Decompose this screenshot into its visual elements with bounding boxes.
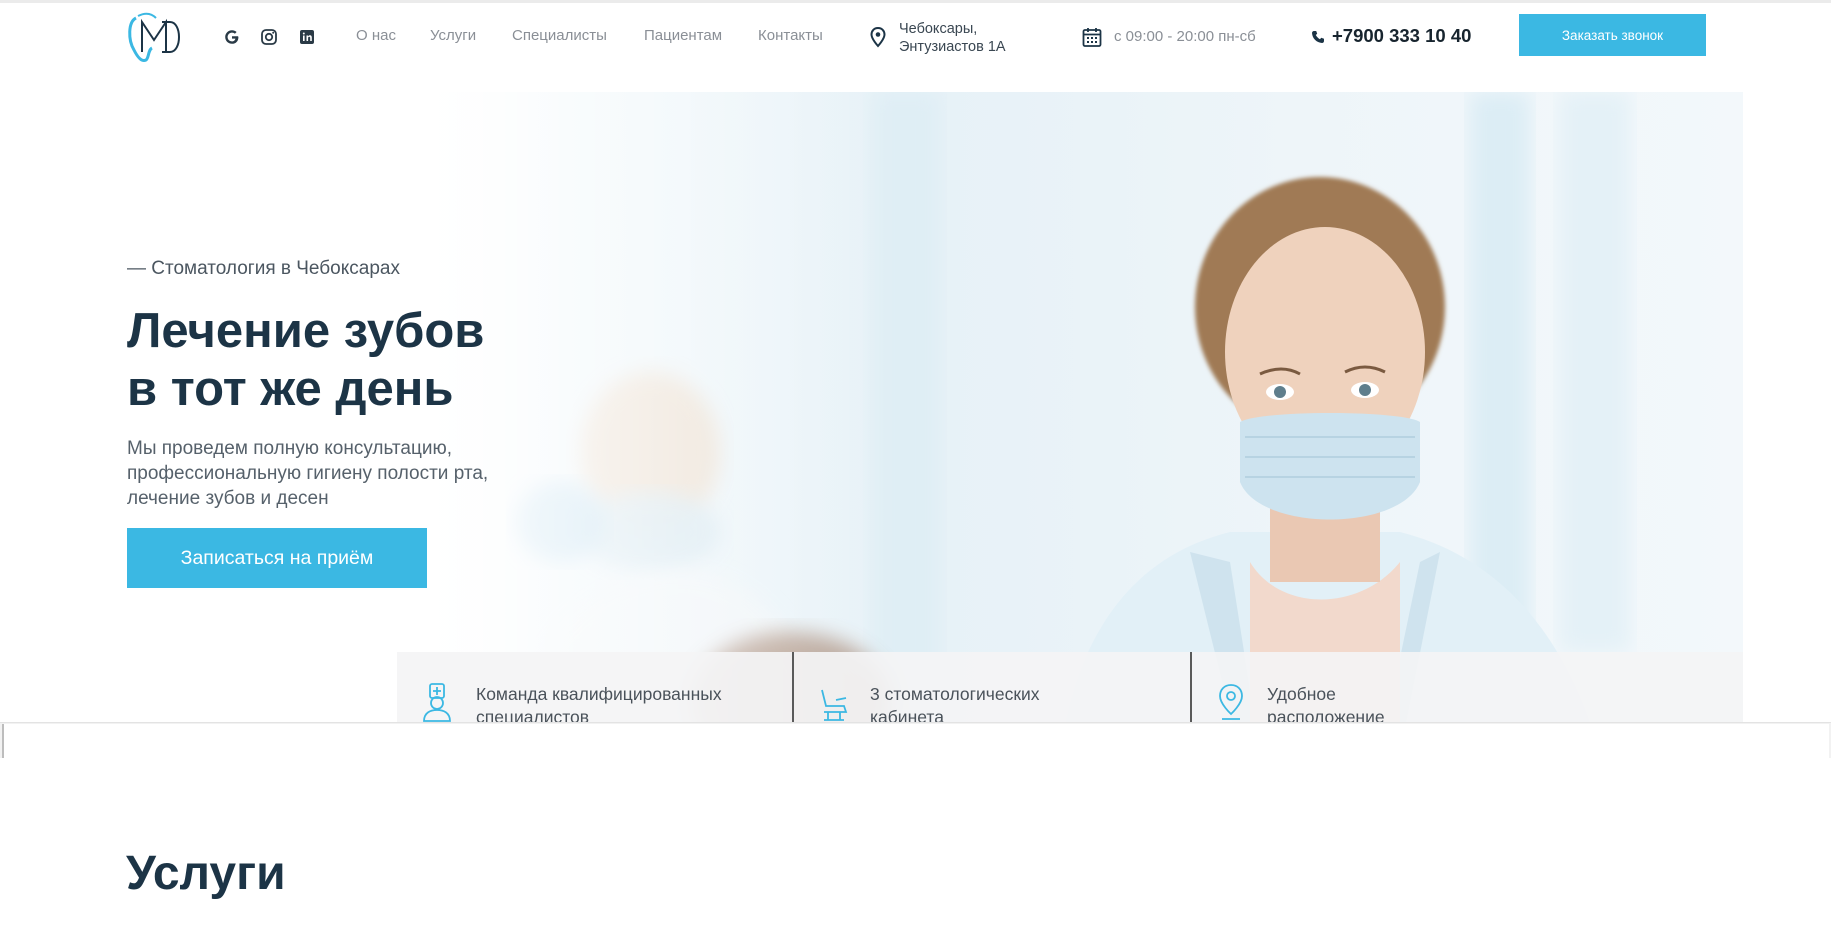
hero-title-line-1: Лечение зубов xyxy=(127,304,485,358)
section-divider-inner xyxy=(2,724,1829,758)
header-address: Чебоксары, Энтузиастов 1А xyxy=(899,20,1006,56)
logo[interactable] xyxy=(126,10,184,64)
linkedin-icon xyxy=(300,30,314,44)
feature-item: 3 стоматологических кабинета xyxy=(794,652,1190,727)
instagram-link[interactable] xyxy=(259,27,279,47)
nav-specialists[interactable]: Специалисты xyxy=(512,27,607,44)
google-link[interactable] xyxy=(222,27,242,47)
hero-title: Лечение зубов в тот же день xyxy=(127,302,727,418)
calendar-icon xyxy=(1082,28,1102,47)
feature-item: Удобное расположение xyxy=(1192,652,1743,727)
site-header: О нас Услуги Специалисты Пациентам Конта… xyxy=(0,3,1831,69)
tooth-logo-icon xyxy=(128,12,180,62)
linkedin-link[interactable] xyxy=(297,27,317,47)
dental-chair-icon xyxy=(821,689,848,721)
hero-description: Мы проведем полную консультацию, професс… xyxy=(127,438,489,509)
hero-kicker: — Стоматология в Чебоксарах xyxy=(127,258,400,279)
nav-services[interactable]: Услуги xyxy=(430,27,476,44)
feature-text-line-1: 3 стоматологических xyxy=(870,684,1040,704)
doctor-icon xyxy=(423,683,451,722)
location-pin-icon xyxy=(1219,684,1243,720)
google-icon xyxy=(225,30,239,44)
address-line-1: Чебоксары, xyxy=(899,21,978,37)
phone-icon xyxy=(1312,31,1324,43)
feature-text-line-1: Команда квалифицированных xyxy=(476,684,722,704)
book-appointment-button[interactable]: Записаться на приём xyxy=(127,528,427,588)
nav-patients[interactable]: Пациентам xyxy=(644,27,722,44)
nav-contacts[interactable]: Контакты xyxy=(758,27,823,44)
callback-button[interactable]: Заказать звонок xyxy=(1519,14,1706,56)
features-strip: Команда квалифицированных специалистов 3… xyxy=(397,652,1743,727)
feature-item: Команда квалифицированных специалистов xyxy=(397,652,792,727)
instagram-icon xyxy=(261,29,277,45)
nav-about[interactable]: О нас xyxy=(356,27,396,44)
address-line-2: Энтузиастов 1А xyxy=(899,39,1006,55)
hero-title-line-2: в тот же день xyxy=(127,362,454,416)
services-heading: Услуги xyxy=(126,847,286,900)
working-hours: с 09:00 - 20:00 пн-сб xyxy=(1114,28,1256,45)
feature-text-line-1: Удобное xyxy=(1267,684,1336,704)
location-pin-icon xyxy=(870,26,886,48)
phone-link[interactable]: +7900 333 10 40 xyxy=(1332,25,1471,47)
